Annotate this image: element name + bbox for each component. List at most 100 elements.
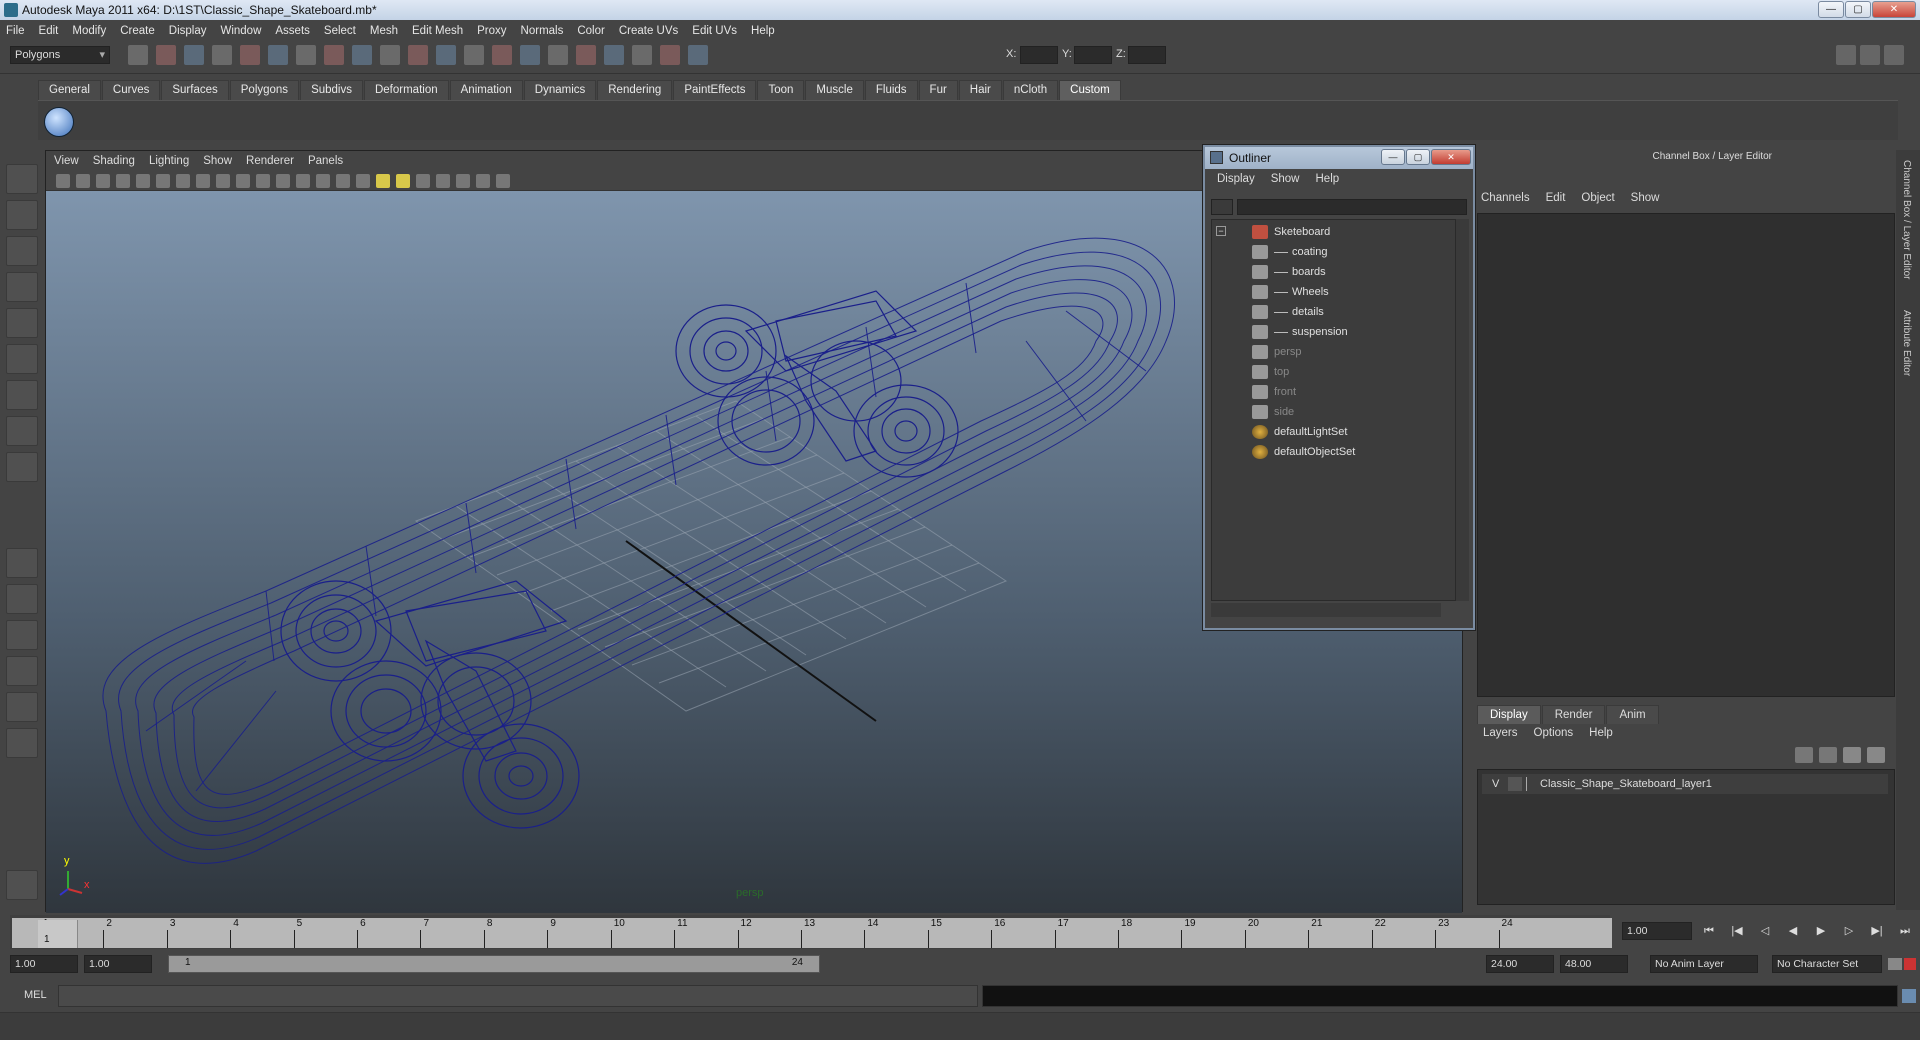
new-layer-icon[interactable] xyxy=(1795,747,1813,763)
construction-icon[interactable] xyxy=(464,45,484,65)
textured-icon[interactable] xyxy=(356,174,370,188)
outliner-menu-display[interactable]: Display xyxy=(1217,173,1255,185)
select-component-icon[interactable] xyxy=(268,45,288,65)
shelf-tab-hair[interactable]: Hair xyxy=(958,80,1002,100)
layer-row[interactable]: V Classic_Shape_Skateboard_layer1 xyxy=(1482,774,1888,794)
shelf-tab-subdivs[interactable]: Subdivs xyxy=(300,80,363,100)
minimize-button[interactable]: — xyxy=(1818,1,1844,18)
time-slider[interactable]: 1234567891011121314151617181920212223241 xyxy=(10,915,1612,949)
shelf-tab-animation[interactable]: Animation xyxy=(449,80,523,100)
layer-menu-help[interactable]: Help xyxy=(1589,727,1613,739)
scale-tool-icon[interactable] xyxy=(6,344,38,374)
camera-attr-icon[interactable] xyxy=(76,174,90,188)
shelf-tab-curves[interactable]: Curves xyxy=(101,80,161,100)
menu-create[interactable]: Create xyxy=(120,25,155,37)
image-plane-icon[interactable] xyxy=(116,174,130,188)
viewport-menu-renderer[interactable]: Renderer xyxy=(246,155,294,167)
end-time-field[interactable]: 48.00 xyxy=(1560,955,1628,973)
snap-point-icon[interactable] xyxy=(352,45,372,65)
soft-mod-tool-icon[interactable] xyxy=(6,416,38,446)
channel-menu-channels[interactable]: Channels xyxy=(1481,192,1530,204)
outliner-item-wheels[interactable]: Wheels xyxy=(1252,282,1452,302)
z-field[interactable] xyxy=(1128,46,1166,64)
outliner-menu-help[interactable]: Help xyxy=(1316,173,1340,185)
toggle-tool-settings-icon[interactable] xyxy=(688,45,708,65)
viewport-menu-show[interactable]: Show xyxy=(203,155,232,167)
single-view-layout-icon[interactable] xyxy=(6,548,38,578)
menu-display[interactable]: Display xyxy=(169,25,207,37)
shelf-tab-fur[interactable]: Fur xyxy=(918,80,958,100)
playback-start-field[interactable]: 1.00 xyxy=(84,955,152,973)
shelf-tab-custom[interactable]: Custom xyxy=(1059,80,1121,100)
channel-menu-show[interactable]: Show xyxy=(1631,192,1660,204)
new-scene-icon[interactable] xyxy=(128,45,148,65)
outliner-item-front[interactable]: front xyxy=(1252,382,1452,402)
menu-edit-mesh[interactable]: Edit Mesh xyxy=(412,25,463,37)
resolution-gate-icon[interactable] xyxy=(196,174,210,188)
layer-type-toggle[interactable] xyxy=(1508,777,1522,791)
panel-layout-icon[interactable] xyxy=(1836,45,1856,65)
lasso-tool-icon[interactable] xyxy=(6,200,38,230)
y-field[interactable] xyxy=(1074,46,1112,64)
viewport-menu-view[interactable]: View xyxy=(54,155,79,167)
safe-title-icon[interactable] xyxy=(276,174,290,188)
outliner-search-field[interactable] xyxy=(1237,199,1467,215)
start-time-field[interactable]: 1.00 xyxy=(10,955,78,973)
snap-plane-icon[interactable] xyxy=(380,45,400,65)
maximize-button[interactable]: ▢ xyxy=(1845,1,1871,18)
shelf-tab-toon[interactable]: Toon xyxy=(757,80,805,100)
outliner-item-top[interactable]: top xyxy=(1252,362,1452,382)
outliner-layout-icon[interactable] xyxy=(6,620,38,650)
outliner-item-persp[interactable]: persp xyxy=(1252,342,1452,362)
current-time-field[interactable]: 1.00 xyxy=(1622,922,1692,940)
menu-normals[interactable]: Normals xyxy=(521,25,564,37)
side-tab-channel-box-layer-editor[interactable]: Channel Box / Layer Editor xyxy=(1901,160,1912,280)
layer-color-swatch[interactable] xyxy=(1526,777,1538,791)
outliner-horizontal-scrollbar[interactable] xyxy=(1211,603,1441,617)
channel-menu-object[interactable]: Object xyxy=(1581,192,1614,204)
layer-tab-render[interactable]: Render xyxy=(1541,705,1606,724)
outliner-titlebar[interactable]: Outliner — ▢ ✕ xyxy=(1205,147,1473,169)
render-settings-status-icon[interactable] xyxy=(576,45,596,65)
layer-visibility-toggle[interactable]: V xyxy=(1492,774,1499,794)
history-icon[interactable] xyxy=(436,45,456,65)
step-forward-frame-icon[interactable]: ▷ xyxy=(1840,922,1858,940)
custom-shelf-check-icon[interactable] xyxy=(44,107,74,137)
menu-window[interactable]: Window xyxy=(220,25,261,37)
select-tool-icon[interactable] xyxy=(6,164,38,194)
layer-menu-layers[interactable]: Layers xyxy=(1483,727,1518,739)
shelf-tab-rendering[interactable]: Rendering xyxy=(597,80,673,100)
go-to-start-icon[interactable]: ⏮ xyxy=(1700,922,1718,940)
shelf-tab-fluids[interactable]: Fluids xyxy=(864,80,918,100)
move-tool-icon[interactable] xyxy=(6,272,38,302)
outliner-item-boards[interactable]: boards xyxy=(1252,262,1452,282)
camera-select-icon[interactable] xyxy=(56,174,70,188)
paint-select-tool-icon[interactable] xyxy=(6,236,38,266)
smooth-shade-icon[interactable] xyxy=(316,174,330,188)
channel-toggle-icon[interactable] xyxy=(1860,45,1880,65)
shelf-tab-dynamics[interactable]: Dynamics xyxy=(523,80,597,100)
viewport-menu-panels[interactable]: Panels xyxy=(308,155,343,167)
menu-create-uvs[interactable]: Create UVs xyxy=(619,25,678,37)
play-backward-icon[interactable]: ◀ xyxy=(1784,922,1802,940)
menu-color[interactable]: Color xyxy=(577,25,604,37)
channel-box-panel[interactable] xyxy=(1477,213,1895,697)
go-to-end-icon[interactable]: ⏭ xyxy=(1896,922,1914,940)
attribute-toggle-icon[interactable] xyxy=(1884,45,1904,65)
layer-menu-options[interactable]: Options xyxy=(1534,727,1574,739)
menu-mesh[interactable]: Mesh xyxy=(370,25,398,37)
shelf-tab-deformation[interactable]: Deformation xyxy=(363,80,449,100)
layer-tab-anim[interactable]: Anim xyxy=(1606,705,1659,724)
add-to-layer-icon[interactable] xyxy=(1843,747,1861,763)
shelf-tab-painteffects[interactable]: PaintEffects xyxy=(673,80,757,100)
x-field[interactable] xyxy=(1020,46,1058,64)
rotate-tool-icon[interactable] xyxy=(6,308,38,338)
menuset-dropdown[interactable]: Polygons ▾ xyxy=(10,46,110,64)
shelf-tab-polygons[interactable]: Polygons xyxy=(229,80,300,100)
script-editor-icon[interactable] xyxy=(1902,989,1916,1003)
outliner-item-defaultlightset[interactable]: defaultLightSet xyxy=(1252,422,1452,442)
step-back-frame-icon[interactable]: ◁ xyxy=(1756,922,1774,940)
shelf-tab-ncloth[interactable]: nCloth xyxy=(1002,80,1059,100)
layer-options-icon[interactable] xyxy=(1819,747,1837,763)
snap-grid-icon[interactable] xyxy=(296,45,316,65)
